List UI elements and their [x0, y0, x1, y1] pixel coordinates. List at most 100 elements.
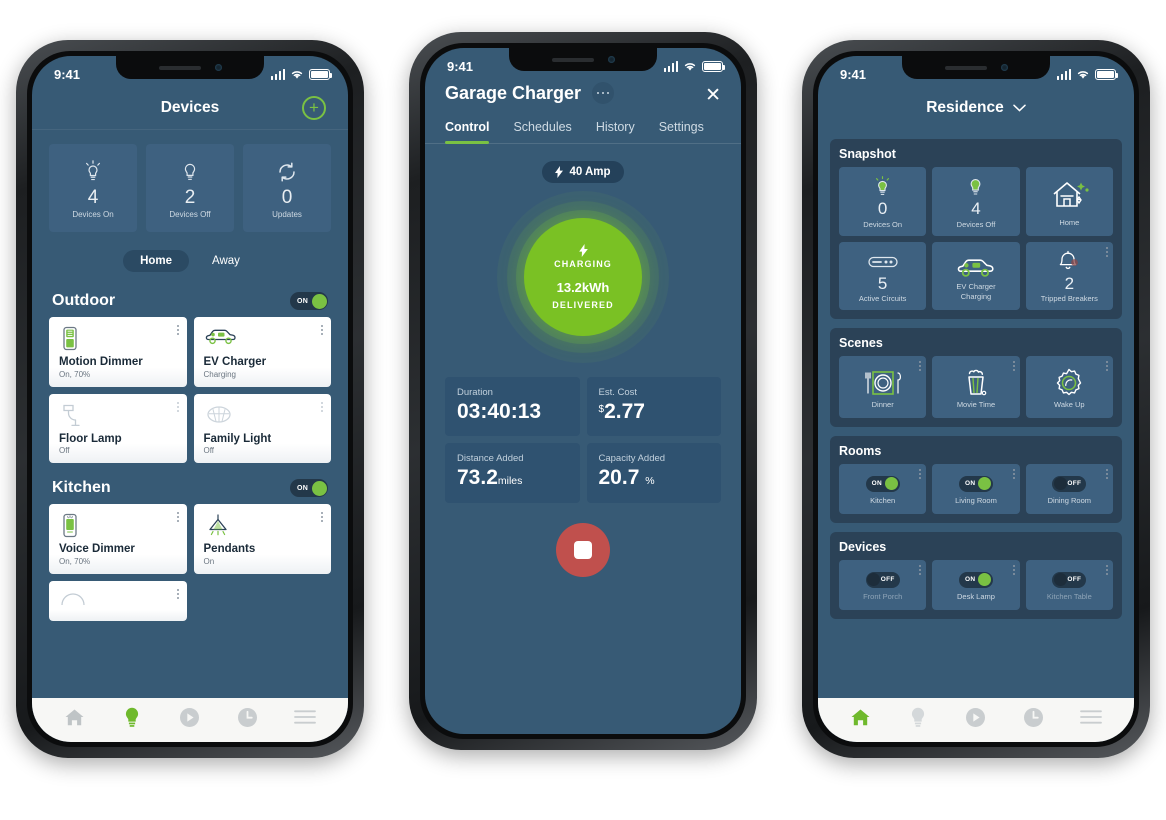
tile-active-circuits[interactable]: 5 Active Circuits [839, 241, 927, 311]
card-menu-icon[interactable] [919, 361, 922, 372]
stat-card-devices-off[interactable]: 2 Devices Off [146, 144, 234, 232]
group-toggle-outdoor[interactable]: ON [290, 292, 328, 310]
card-menu-icon[interactable] [1012, 565, 1015, 576]
card-menu-icon[interactable] [176, 512, 179, 523]
nav-menu-icon[interactable] [1074, 702, 1108, 732]
scene-tile-wake-up[interactable]: Wake Up [1025, 356, 1113, 419]
scene-tile-dinner[interactable]: Dinner [839, 356, 927, 419]
nav-play-icon[interactable] [959, 702, 993, 732]
residence-header[interactable]: Residence [818, 86, 1134, 130]
circuit-icon [868, 250, 898, 274]
device-toggle[interactable]: ON [958, 571, 993, 588]
nav-menu-icon[interactable] [288, 702, 322, 732]
device-tile-kitchen-table[interactable]: OFF Kitchen Table [1025, 560, 1113, 611]
room-toggle[interactable]: ON [958, 475, 993, 492]
card-menu-icon[interactable] [176, 401, 179, 412]
metric-capacity-added: Capacity Added 20.7 % [586, 443, 721, 503]
status-indicators [270, 68, 333, 80]
device-card-pendants[interactable]: Pendants On [193, 504, 331, 574]
charging-status-circle[interactable]: CHARGING 13.2kWh DELIVERED [524, 218, 642, 336]
earpiece-speaker [551, 57, 594, 62]
room-tile-living-room[interactable]: ON Living Room [932, 464, 1020, 515]
card-menu-icon[interactable] [1105, 469, 1108, 480]
section-devices: Devices OFF Front Porch ON Desk Lamp OFF… [830, 532, 1122, 620]
device-tile-desk-lamp[interactable]: ON Desk Lamp [932, 560, 1020, 611]
card-menu-icon[interactable] [919, 469, 922, 480]
group-header-kitchen: Kitchen ON [32, 463, 348, 504]
card-menu-icon[interactable] [1012, 361, 1015, 372]
stop-charging-button[interactable] [556, 522, 610, 577]
card-menu-icon[interactable] [919, 565, 922, 576]
close-icon[interactable]: ✕ [705, 86, 721, 105]
room-toggle[interactable]: OFF [1052, 475, 1087, 492]
residence-scroll-area[interactable]: Snapshot 0 Devices On 4 Devices Off Home… [818, 130, 1134, 698]
tile-ev-charger[interactable]: EV Charger Charging [932, 241, 1020, 311]
toggle-knob [885, 477, 899, 491]
nav-lighting-icon[interactable] [901, 702, 935, 732]
card-menu-icon[interactable] [1012, 469, 1015, 480]
card-menu-icon[interactable] [321, 325, 323, 335]
more-horizontal-icon[interactable] [592, 82, 615, 104]
nav-play-icon[interactable] [173, 702, 207, 732]
room-toggle[interactable]: ON [865, 475, 900, 492]
device-card-floor-lamp[interactable]: Floor Lamp Off [49, 393, 187, 464]
tile-devices-on[interactable]: 0 Devices On [839, 167, 927, 236]
tab-schedules[interactable]: Schedules [513, 120, 571, 143]
segment-away[interactable]: Away [195, 250, 257, 272]
device-card-ev-charger[interactable]: EV Charger Charging [193, 317, 331, 387]
scene-label: Dinner [871, 399, 894, 409]
tab-control[interactable]: Control [445, 120, 490, 144]
bulb-off-icon [966, 175, 985, 199]
stat-card-devices-on[interactable]: 4 Devices On [49, 144, 137, 232]
chevron-down-icon[interactable] [1013, 104, 1026, 112]
devices-scroll-area[interactable]: 4 Devices On 2 Devices Off 0 Updates Hom… [32, 130, 348, 698]
summary-stats-row: 4 Devices On 2 Devices Off 0 Updates [32, 130, 348, 232]
card-menu-icon[interactable] [321, 512, 323, 523]
card-menu-icon[interactable] [176, 325, 179, 335]
device-card-partial[interactable] [49, 580, 187, 621]
device-toggle[interactable]: OFF [865, 571, 900, 588]
device-tile-front-porch[interactable]: OFF Front Porch [839, 560, 927, 611]
device-card-family-light[interactable]: Family Light Off [193, 393, 331, 464]
tile-home-mode[interactable]: Home [1025, 167, 1113, 236]
card-menu-icon[interactable] [1105, 246, 1108, 257]
nav-lighting-icon[interactable] [115, 702, 149, 732]
stat-card-updates[interactable]: 0 Updates [243, 144, 331, 232]
device-card-motion-dimmer[interactable]: Motion Dimmer On, 70% [49, 317, 187, 387]
room-tile-kitchen[interactable]: ON Kitchen [839, 464, 927, 515]
scenes-row: Dinner Movie Time Wake Up [839, 356, 1113, 419]
section-title: Devices [839, 540, 887, 555]
charger-title-row: Garage Charger [445, 82, 721, 104]
card-menu-icon[interactable] [1105, 361, 1108, 372]
device-toggle[interactable]: OFF [1052, 571, 1087, 588]
charging-dial: CHARGING 13.2kWh DELIVERED [425, 191, 741, 363]
card-menu-icon[interactable] [176, 588, 179, 599]
wifi-icon [290, 69, 304, 80]
nav-clock-icon[interactable] [231, 702, 265, 732]
amperage-badge[interactable]: 40 Amp [542, 161, 624, 183]
device-card-voice-dimmer[interactable]: Voice Dimmer On, 70% [49, 504, 187, 574]
nav-home-icon[interactable] [844, 702, 878, 732]
device-label: Desk Lamp [957, 591, 995, 601]
segment-home[interactable]: Home [123, 250, 190, 272]
toggle-state-label: ON [297, 297, 309, 305]
toggle-knob [1053, 477, 1067, 491]
nav-clock-icon[interactable] [1017, 702, 1051, 732]
nav-home-icon[interactable] [58, 702, 92, 732]
group-toggle-kitchen[interactable]: ON [290, 479, 328, 498]
earpiece-speaker [944, 65, 987, 70]
sun-icon [1053, 367, 1085, 399]
tile-tripped-breakers[interactable]: 2 Tripped Breakers [1025, 241, 1113, 311]
device-label: Front Porch [863, 591, 903, 601]
tab-settings[interactable]: Settings [659, 120, 704, 143]
tile-devices-off[interactable]: 4 Devices Off [932, 167, 1020, 236]
tab-history[interactable]: History [596, 120, 635, 143]
card-menu-icon[interactable] [1105, 565, 1108, 576]
card-menu-icon[interactable] [321, 401, 323, 412]
phone3-screen: 9:41 Residence Snapshot 0 Devices On 4 D… [818, 56, 1134, 742]
scene-tile-movie-time[interactable]: Movie Time [932, 356, 1020, 419]
room-tile-dining-room[interactable]: OFF Dining Room [1025, 464, 1113, 515]
add-device-button[interactable]: + [302, 95, 326, 120]
room-label: Kitchen [870, 495, 896, 505]
snapshot-row-2: 5 Active Circuits EV Charger Charging 2 … [839, 241, 1113, 311]
